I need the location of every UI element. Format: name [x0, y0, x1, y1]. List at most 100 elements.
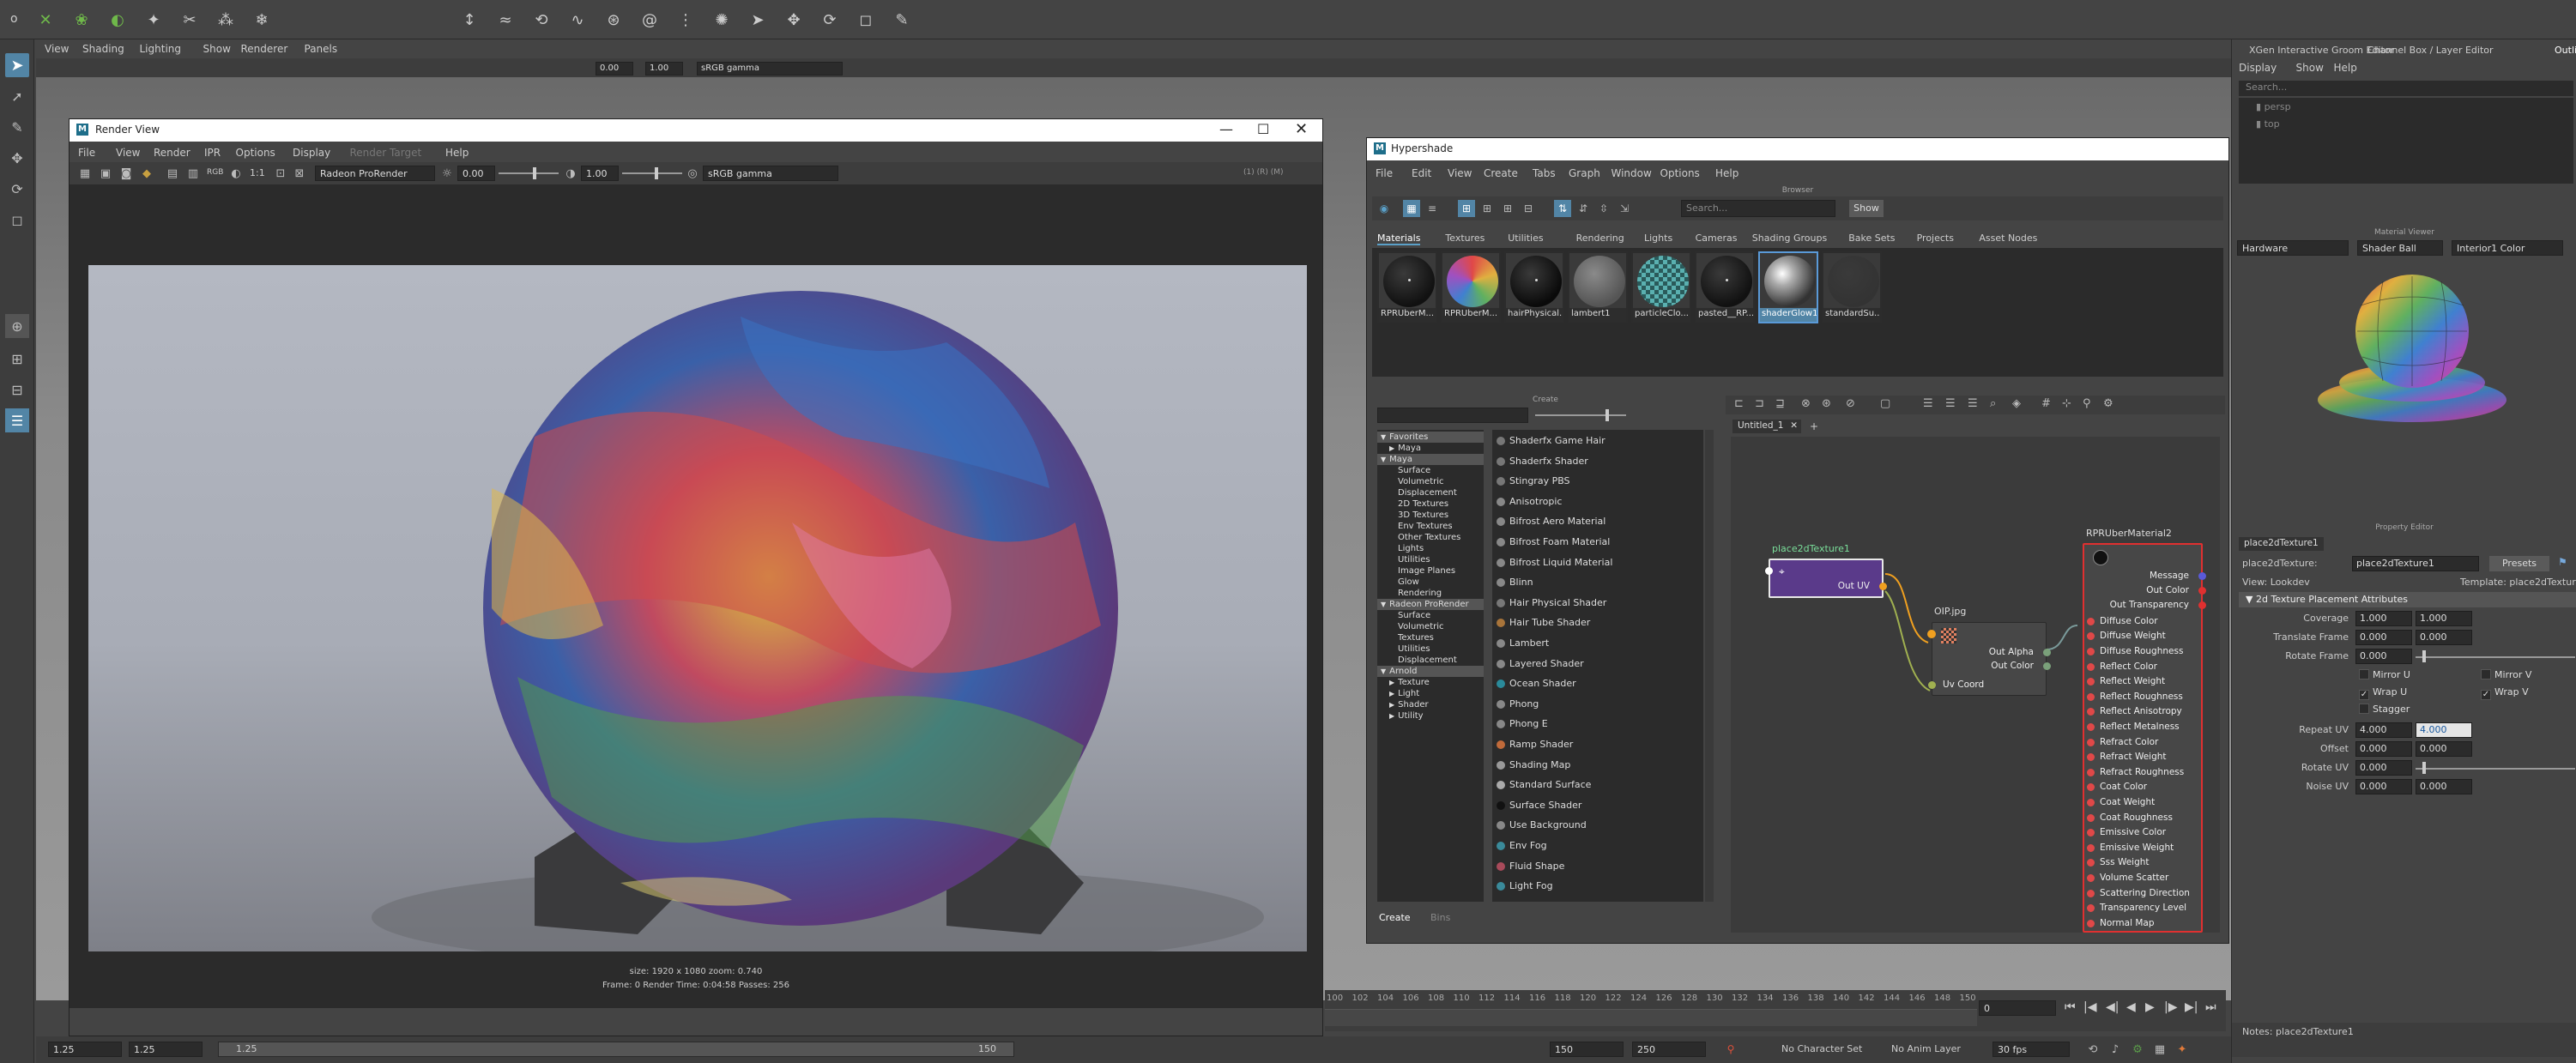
browser-tab-rendering[interactable]: Rendering — [1576, 233, 1624, 244]
offset-v-field[interactable]: 0.000 — [2416, 741, 2472, 757]
node-list-item[interactable]: Bifrost Foam Material — [1492, 533, 1691, 552]
coverage-v-field[interactable]: 1.000 — [2416, 611, 2472, 626]
node-list-item[interactable]: Env Fog — [1492, 837, 1691, 855]
zoom-reset-icon[interactable]: ⊠ — [291, 165, 308, 182]
create-tree-item[interactable]: Volumetric — [1377, 476, 1484, 487]
spray-icon[interactable]: ✺ — [709, 7, 735, 33]
translate-frame-u-field[interactable]: 0.000 — [2355, 630, 2412, 645]
step-back-key-icon[interactable]: |◀ — [2083, 1000, 2096, 1014]
density-icon[interactable]: ⁂ — [213, 7, 239, 33]
create-tree-item[interactable]: Surface — [1377, 465, 1484, 476]
range-slider[interactable]: 1.25 150 — [218, 1042, 1014, 1057]
graph-rearrange-icon[interactable]: ⊛ — [1822, 397, 1831, 410]
minimize-icon[interactable]: — — [1219, 121, 1233, 137]
uber-in-port[interactable]: Volume Scatter — [2084, 871, 2201, 885]
right-tab-outliner[interactable]: Outliner — [2555, 45, 2576, 56]
graph-search-icon[interactable]: ⌕ — [1990, 397, 1996, 410]
uber-in-port[interactable]: Diffuse Roughness — [2084, 644, 2201, 659]
stagger-checkbox[interactable]: Stagger — [2359, 704, 2410, 715]
outliner-item-top[interactable]: ▮ top — [2256, 118, 2280, 130]
browser-sort-type-icon[interactable]: ⇳ — [1595, 200, 1612, 217]
real-size-button[interactable]: 1:1 — [250, 167, 265, 178]
node-list-item[interactable]: Bifrost Aero Material — [1492, 512, 1691, 531]
sculpt-icon[interactable]: ❀ — [69, 7, 94, 33]
play-forward-icon[interactable]: ▶ — [2145, 1000, 2155, 1014]
graph-tab[interactable]: Untitled_1 ✕ — [1732, 420, 1801, 433]
graph-layout-2-icon[interactable]: ☰ — [1945, 397, 1956, 410]
rotate-icon[interactable]: ⟳ — [817, 7, 843, 33]
node-list-item[interactable]: Light Fog — [1492, 877, 1691, 896]
render-view-titlebar[interactable]: M Render View — ☐ ✕ — [70, 119, 1322, 142]
viewport-menu-panels[interactable]: Panels — [305, 43, 338, 55]
node-list-item[interactable]: Surface Shader — [1492, 796, 1691, 815]
browser-filter-icon[interactable]: ⇅ — [1554, 200, 1571, 217]
graph-input-icon[interactable]: ⊐ — [1755, 397, 1764, 410]
browser-icons-large[interactable]: ⊞ — [1499, 200, 1516, 217]
node-list-item[interactable]: Shaderfx Game Hair — [1492, 432, 1691, 450]
mv-shape-select[interactable]: Shader Ball — [2357, 240, 2443, 256]
uber-in-port[interactable]: Diffuse Weight — [2084, 629, 2201, 643]
material-swatch[interactable]: shaderGlow1 — [1758, 251, 1818, 323]
select-icon[interactable]: ➤ — [745, 7, 771, 33]
create-tree-item[interactable]: Glow — [1377, 577, 1484, 588]
graph-layout-1-icon[interactable]: ☰ — [1923, 397, 1933, 410]
uber-in-port[interactable]: Refract Color — [2084, 735, 2201, 750]
gamma-slider-handle[interactable] — [655, 167, 658, 179]
single-view-icon[interactable]: ⊕ — [5, 314, 29, 338]
render-frame-icon[interactable]: ▦ — [76, 165, 94, 182]
browser-show-button[interactable]: Show — [1849, 200, 1884, 217]
rotate-uv-slider-handle[interactable] — [2422, 762, 2426, 774]
create-tree-item[interactable]: Surface — [1377, 610, 1484, 621]
alpha-icon[interactable]: ◐ — [227, 165, 245, 182]
create-tree-item[interactable]: ▶ Texture — [1377, 677, 1484, 688]
node-list-item[interactable]: Ocean Shader — [1492, 674, 1691, 693]
mirror-u-checkbox[interactable]: Mirror U — [2359, 669, 2410, 680]
grow-icon[interactable]: ✦ — [141, 7, 166, 33]
material-swatch[interactable]: particleClo... — [1631, 251, 1691, 323]
render-colorspace-select[interactable]: sRGB gamma — [703, 166, 838, 181]
browser-tool-icon[interactable]: ◉ — [1376, 200, 1393, 217]
outliner-view-icon[interactable]: ☰ — [5, 408, 29, 432]
create-icon-size-handle[interactable] — [1605, 409, 1609, 421]
range-start-field[interactable]: 1.25 — [48, 1042, 122, 1057]
graph-grid-icon[interactable]: # — [2041, 397, 2051, 410]
render-menu-display[interactable]: Display — [293, 147, 330, 159]
out-alpha-port[interactable] — [2043, 649, 2051, 656]
create-tree-item[interactable]: ▼ Maya — [1377, 454, 1484, 465]
uber-in-port[interactable]: Reflect Roughness — [2084, 690, 2201, 704]
render-menu-view[interactable]: View — [116, 147, 140, 159]
create-tree-item[interactable]: ▶ Shader — [1377, 699, 1484, 710]
pe-section-header[interactable]: ▼ 2d Texture Placement Attributes — [2239, 592, 2576, 607]
in-port[interactable] — [1765, 567, 1773, 575]
render-menu-render-target[interactable]: Render Target — [350, 147, 422, 159]
create-tree-item[interactable]: ▶ Maya — [1377, 443, 1484, 454]
create-tree-item[interactable]: ▼ Radeon ProRender — [1377, 599, 1484, 610]
viewport-exposure-field[interactable]: 0.00 — [596, 62, 633, 75]
create-search-input[interactable] — [1377, 408, 1528, 423]
step-back-icon[interactable]: ◀| — [2106, 1000, 2119, 1014]
hypershade-titlebar[interactable]: M Hypershade — [1367, 138, 2228, 160]
node-rpr-uber-material[interactable]: RPRUberMaterial2 Message Out Color Out Tra… — [2083, 528, 2206, 933]
uber-in-port[interactable]: Reflect Weight — [2084, 674, 2201, 689]
clump-icon[interactable]: ⊛ — [601, 7, 626, 33]
anim-prefs-icon[interactable]: ⚙ — [2128, 1040, 2147, 1059]
add-tab-button[interactable]: + — [1810, 420, 1818, 432]
create-tree-item[interactable]: 2D Textures — [1377, 498, 1484, 510]
node-list-item[interactable]: Shaderfx Shader — [1492, 452, 1691, 471]
rotate-tool-icon[interactable]: ⟳ — [5, 177, 29, 201]
mirror-v-checkbox[interactable]: Mirror V — [2481, 669, 2531, 680]
rotate-frame-slider-handle[interactable] — [2422, 650, 2426, 662]
repeat-u-field[interactable]: 4.000 — [2355, 722, 2412, 738]
remove-image-icon[interactable]: ▥ — [184, 165, 202, 182]
sound-icon[interactable]: ♪ — [2106, 1040, 2125, 1059]
step-forward-icon[interactable]: |▶ — [2164, 1000, 2177, 1014]
gamma-slider[interactable] — [622, 172, 682, 174]
uber-out-port[interactable]: Message — [2084, 569, 2206, 583]
noise-v-field[interactable]: 0.000 — [2416, 779, 2472, 794]
mv-renderer-select[interactable]: Hardware — [2237, 240, 2349, 256]
exposure-slider-handle[interactable] — [533, 167, 536, 179]
menu-toggle[interactable]: o — [10, 12, 18, 26]
browser-sort-name-icon[interactable]: ⇵ — [1575, 200, 1592, 217]
rotate-frame-field[interactable]: 0.000 — [2355, 649, 2412, 664]
browser-icons-small[interactable]: ⊞ — [1458, 200, 1475, 217]
